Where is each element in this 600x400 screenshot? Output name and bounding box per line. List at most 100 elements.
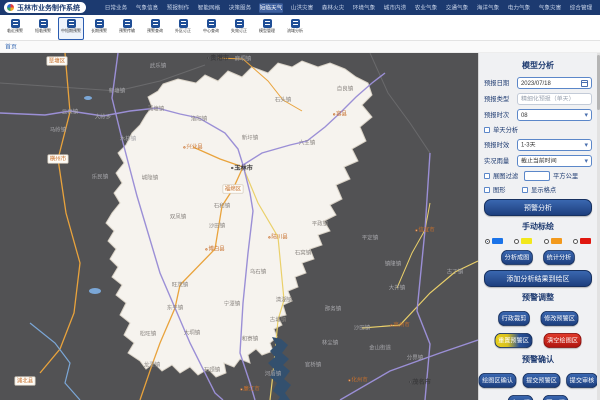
submit-audit-button[interactable]: 提交审核 — [566, 373, 598, 388]
submenu-item[interactable]: 失效订正 — [226, 17, 252, 40]
map-place-label: 高州市 — [390, 321, 410, 329]
map-place-label: 石和镇 — [214, 202, 230, 210]
map-place-label: 茂名市 — [409, 378, 431, 387]
map-place-label: 双凤镇 — [170, 213, 186, 221]
top-nav-item[interactable]: 农业气象 — [414, 3, 438, 13]
submenu-item[interactable]: 长期预警 — [86, 17, 112, 40]
rainfall-select[interactable]: 截止当前时间 ▾ — [517, 155, 592, 167]
top-nav-item[interactable]: 环境气象 — [352, 3, 376, 13]
submenu-item[interactable]: 预警查询 — [142, 17, 168, 40]
top-nav-item[interactable]: 智能网格 — [197, 3, 221, 13]
top-nav-item[interactable]: 短临天气 — [259, 3, 283, 13]
legend-checkbox[interactable] — [484, 187, 490, 193]
top-nav-item[interactable]: 决策服务 — [228, 3, 252, 13]
top-nav-item[interactable]: 交通气象 — [445, 3, 469, 13]
forecast-date-label: 预报日期 — [484, 79, 511, 88]
document-icon — [11, 19, 20, 28]
area-filter-input[interactable] — [524, 171, 550, 181]
submenu-item[interactable]: 流域分析 — [282, 17, 308, 40]
submenu-item-label: 临近预警 — [7, 28, 23, 34]
map-place-label: 松旺镇 — [140, 330, 156, 338]
draw-color-radio[interactable] — [544, 238, 562, 244]
admin-clip-button[interactable]: 行政裁剪 — [498, 311, 530, 326]
submit-warning-area-button[interactable]: 提交预警区 — [523, 373, 561, 388]
map-place-label: 博白县 — [205, 245, 225, 253]
forecast-type-value: 精细化预报（单天） — [521, 95, 575, 104]
radio-icon — [573, 239, 578, 244]
forecast-type-label: 预报类型 — [484, 95, 511, 104]
map-place-label: 石窝镇 — [295, 249, 311, 257]
chevron-down-icon: ▾ — [584, 158, 588, 165]
top-nav-menu: 日常业务气象信息预报制作智能网格决策服务短临天气山洪灾害森林火灾环境气象城市内涝… — [101, 2, 596, 14]
submenu-item[interactable]: 预警传输 — [114, 17, 140, 40]
draw-color-radio[interactable] — [514, 238, 532, 244]
map-place-label: 分界镇 — [407, 354, 423, 362]
radio-icon — [544, 239, 549, 244]
map-place-label: 沙田镇 — [354, 324, 370, 332]
draw-color-radio[interactable] — [573, 238, 591, 244]
top-nav-item[interactable]: 山洪灾害 — [290, 3, 314, 13]
color-swatch — [521, 238, 532, 244]
single-day-label: 单天分析 — [493, 126, 518, 135]
manual-draw-title: 手动标绘 — [484, 221, 592, 232]
map-place-label: 和寮镇 — [242, 335, 258, 343]
top-nav-item[interactable]: 预报制作 — [166, 3, 190, 13]
breadcrumb-home-link[interactable]: 首页 — [5, 42, 17, 51]
previous-frame-button[interactable]: 上一幅 — [508, 395, 534, 400]
top-nav-item[interactable]: 电力气象 — [507, 3, 531, 13]
area-filter-checkbox[interactable] — [484, 173, 490, 179]
top-nav-item[interactable]: 森林火灾 — [321, 3, 345, 13]
map-place-label: 河唇镇 — [265, 370, 281, 378]
map-place-label: 自良镇 — [337, 85, 353, 93]
place-marker-icon — [205, 248, 207, 250]
app-logo[interactable]: 玉林市业务制作系统 — [4, 2, 86, 13]
submenu-bar: 临近预警 短临预警 中短期预警 长期预警 预警传输 预警查询 外区订正 — [0, 15, 600, 41]
clear-canvas-button[interactable]: 清空绘图区 — [544, 333, 582, 348]
show-grid-checkbox[interactable] — [522, 187, 528, 193]
top-nav-item[interactable]: 海洋气象 — [476, 3, 500, 13]
top-nav-item[interactable]: 日常业务 — [104, 3, 128, 13]
top-nav-item[interactable]: 气象灾害 — [538, 3, 562, 13]
overlay-result-button[interactable]: 添加分析结果到绘区 — [484, 270, 592, 287]
submenu-item[interactable]: 中短期预警 — [58, 17, 84, 40]
modify-warning-area-button[interactable]: 修改预警区 — [540, 311, 578, 326]
top-nav-item[interactable]: 气象信息 — [135, 3, 159, 13]
map-canvas[interactable]: 覃塘区 贵港市 武乐镇 麻垌镇 新塘镇 — [0, 53, 478, 400]
forecast-time-select[interactable]: 08 ▾ — [517, 109, 592, 121]
draw-color-group — [485, 238, 591, 244]
document-icon — [207, 19, 216, 28]
top-nav-item[interactable]: 综合管理 — [569, 3, 593, 13]
chevron-down-icon: ▾ — [584, 142, 588, 149]
app-window: 玉林市业务制作系统 日常业务气象信息预报制作智能网格决策服务短临天气山洪灾害森林… — [0, 0, 600, 400]
map-place-label: 平政镇 — [312, 220, 328, 228]
statistics-button[interactable]: 统计分析 — [543, 250, 575, 265]
map-place-label: 那务镇 — [325, 305, 341, 313]
submenu-item[interactable]: 短临预警 — [30, 17, 56, 40]
map-place-label: 古丁镇 — [447, 268, 463, 276]
submenu-item[interactable]: 中心查询 — [198, 17, 224, 40]
confirm-canvas-button[interactable]: 绘图区确认 — [479, 373, 517, 388]
reset-warning-area-button[interactable]: 重置预警区 — [495, 333, 533, 348]
forecast-validity-select[interactable]: 1-3天 ▾ — [517, 139, 592, 151]
forecast-time-label: 预报时次 — [484, 111, 511, 120]
submenu-item[interactable]: 临近预警 — [2, 17, 28, 40]
submenu-item[interactable]: 外区订正 — [170, 17, 196, 40]
forecast-date-input[interactable]: 2023/07/18 — [517, 77, 592, 89]
submenu-item-label: 流域分析 — [287, 28, 303, 34]
model-analysis-panel: 模型分析 预报日期 2023/07/18 预报类型 精细化预报（单天） 预报时次… — [478, 53, 600, 400]
forecast-type-input[interactable]: 精细化预报（单天） — [517, 93, 592, 105]
single-day-checkbox[interactable] — [484, 127, 490, 133]
map-place-label: 麻垌镇 — [235, 55, 251, 63]
top-nav-item[interactable]: 城市内涝 — [383, 3, 407, 13]
analysis-image-button[interactable]: 分析成图 — [501, 250, 533, 265]
submenu-item[interactable]: 模型管理 — [254, 17, 280, 40]
map-place-label: 马岭镇 — [50, 126, 66, 134]
warning-analysis-button[interactable]: 预警分析 — [484, 199, 592, 216]
map-place-label: 古城镇 — [270, 316, 286, 324]
area-filter-unit: 平方公里 — [553, 172, 578, 181]
document-icon — [67, 19, 76, 28]
next-frame-button[interactable]: 下一幅 — [543, 395, 569, 400]
submenu-item-label: 外区订正 — [175, 28, 191, 34]
draw-color-radio[interactable] — [485, 238, 503, 244]
forecast-validity-value: 1-3天 — [521, 141, 536, 150]
